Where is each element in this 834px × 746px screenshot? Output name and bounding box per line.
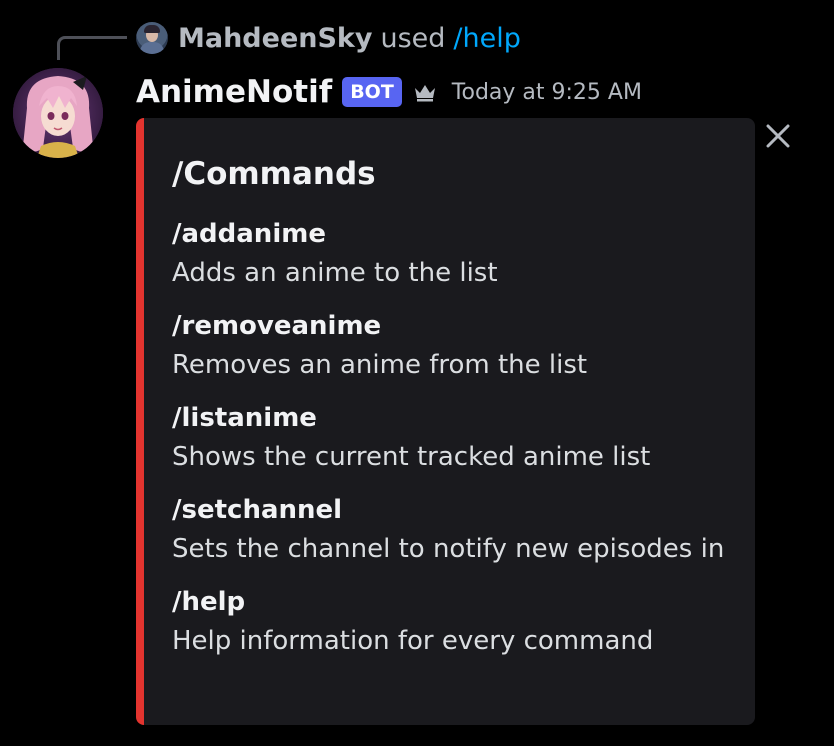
embed-field: /listanime Shows the current tracked ani… [172,400,735,478]
help-embed: /Commands /addanime Adds an anime to the… [136,118,755,725]
used-label: used [380,22,446,54]
invoker-avatar[interactable] [136,22,168,54]
field-name: /setchannel [172,495,343,525]
field-name: /removeanime [172,311,382,341]
bot-tag-badge: BOT [342,77,402,107]
embed-field: /help Help information for every command [172,584,735,662]
field-name: /listanime [172,403,317,433]
embed-title: /Commands [172,156,376,192]
crown-icon [412,79,438,105]
message-timestamp[interactable]: Today at 9:25 AM [452,80,642,105]
field-value: Removes an anime from the list [172,350,588,380]
command-used-line: MahdeenSky used /help [136,20,521,56]
close-icon[interactable] [764,122,792,150]
embed-field: /removeanime Removes an anime from the l… [172,308,735,386]
invoker-username[interactable]: MahdeenSky [178,23,372,54]
embed-field: /addanime Adds an anime to the list [172,216,735,294]
embed-field: /setchannel Sets the channel to notify n… [172,492,735,570]
field-name: /addanime [172,219,326,249]
field-value: Shows the current tracked anime list [172,442,651,472]
bot-avatar-image [13,68,103,158]
command-link[interactable]: /help [453,23,520,54]
field-value: Sets the channel to notify new episodes … [172,534,725,564]
chat-message-view: MahdeenSky used /help AnimeNotif BOT Tod… [0,0,834,746]
field-value: Help information for every command [172,626,654,656]
bot-username[interactable]: AnimeNotif [136,74,332,110]
message-header: AnimeNotif BOT Today at 9:25 AM [136,70,642,114]
reply-connector [57,36,127,60]
field-value: Adds an anime to the list [172,258,498,288]
field-name: /help [172,587,246,617]
bot-avatar[interactable] [13,68,103,158]
